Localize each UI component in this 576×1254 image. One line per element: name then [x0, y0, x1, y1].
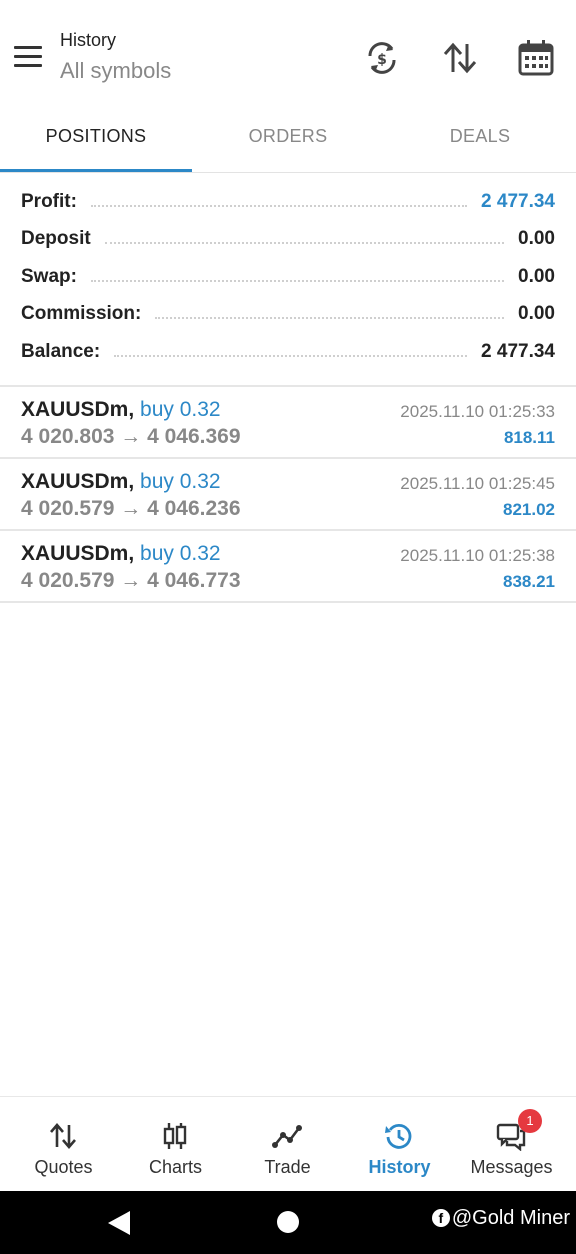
tab-deals[interactable]: DEALS: [384, 104, 576, 170]
divider: [0, 601, 576, 603]
quotes-icon: [50, 1123, 76, 1149]
position-time: 2025.11.10 01:25:38: [400, 546, 555, 565]
nav-label: Messages: [470, 1157, 553, 1177]
nav-label: Trade: [264, 1157, 311, 1177]
position-prices: 4 020.579 → 4 046.236: [21, 497, 241, 520]
summary-row-swap: Swap: 0.00: [0, 258, 576, 296]
nav-charts[interactable]: Charts: [118, 1097, 233, 1192]
summary-row-commission: Commission: 0.00: [0, 296, 576, 334]
system-nav-bar: f @Gold Miner: [0, 1191, 576, 1254]
charts-icon: [163, 1123, 187, 1149]
position-side: buy 0.32: [140, 398, 221, 421]
summary-row-profit: Profit: 2 477.34: [0, 183, 576, 221]
summary-row-deposit: Deposit 0.00: [0, 221, 576, 259]
summary-row-balance: Balance: 2 477.34: [0, 333, 576, 371]
summary-label: Swap:: [21, 265, 77, 287]
hamburger-icon: [14, 46, 42, 49]
position-time: 2025.11.10 01:25:45: [400, 474, 555, 493]
summary-label: Balance:: [21, 340, 101, 362]
position-time: 2025.11.10 01:25:33: [400, 402, 555, 421]
bottom-navigation: Quotes Charts Trade History 1 Messages: [0, 1096, 576, 1191]
sort-icon[interactable]: [440, 38, 480, 78]
nav-trade[interactable]: Trade: [230, 1097, 345, 1192]
position-symbol: XAUUSDm,: [21, 542, 135, 565]
summary-value: 0.00: [518, 265, 555, 287]
nav-history[interactable]: History: [342, 1097, 457, 1192]
nav-label: History: [368, 1157, 431, 1177]
summary-label: Profit:: [21, 190, 77, 212]
tab-divider: [0, 172, 576, 173]
position-profit: 818.11: [503, 428, 555, 447]
position-row[interactable]: XAUUSDm, buy 0.32 4 020.803 → 4 046.369 …: [0, 388, 576, 458]
history-tabs: POSITIONS ORDERS DEALS: [0, 104, 576, 172]
summary-value: 0.00: [518, 303, 555, 325]
position-row[interactable]: XAUUSDm, buy 0.32 4 020.579 → 4 046.773 …: [0, 532, 576, 602]
position-row[interactable]: XAUUSDm, buy 0.32 4 020.579 → 4 046.236 …: [0, 460, 576, 530]
trade-icon: [272, 1125, 302, 1148]
position-symbol: XAUUSDm,: [21, 398, 135, 421]
summary-panel: Profit: 2 477.34 Deposit 0.00 Swap: 0.00…: [0, 183, 576, 371]
nav-label: Quotes: [34, 1157, 93, 1177]
position-profit: 838.21: [503, 572, 555, 591]
home-icon[interactable]: [277, 1211, 299, 1233]
summary-label: Deposit: [21, 228, 91, 250]
menu-button[interactable]: [14, 46, 46, 70]
position-prices: 4 020.803 → 4 046.369: [21, 425, 241, 448]
position-side: buy 0.32: [140, 470, 221, 493]
divider: [0, 457, 576, 459]
calendar-icon[interactable]: [516, 38, 556, 78]
nav-messages[interactable]: 1 Messages: [454, 1097, 569, 1192]
page-title: History: [60, 30, 117, 50]
nav-label: Charts: [148, 1157, 202, 1177]
tab-positions[interactable]: POSITIONS: [0, 104, 192, 170]
tab-orders[interactable]: ORDERS: [192, 104, 384, 170]
divider: [0, 385, 576, 387]
divider: [0, 529, 576, 531]
summary-value: 2 477.34: [481, 340, 555, 362]
position-side: buy 0.32: [140, 542, 221, 565]
status-bar: [0, 0, 576, 14]
summary-value: 0.00: [518, 228, 555, 250]
svg-text:$: $: [377, 52, 387, 68]
history-icon: [385, 1123, 412, 1149]
nav-quotes[interactable]: Quotes: [6, 1097, 121, 1192]
exchange-dollar-icon[interactable]: $: [362, 38, 402, 78]
facebook-icon: f: [431, 1209, 450, 1227]
symbol-filter[interactable]: All symbols: [60, 58, 171, 84]
summary-value: 2 477.34: [481, 190, 555, 212]
watermark: f @Gold Miner: [431, 1207, 570, 1230]
unread-badge: 1: [518, 1109, 542, 1133]
app-bar: History All symbols $: [0, 20, 576, 100]
watermark-text: @Gold Miner: [451, 1207, 570, 1229]
position-symbol: XAUUSDm,: [21, 470, 135, 493]
back-icon[interactable]: [108, 1211, 130, 1235]
position-prices: 4 020.579 → 4 046.773: [21, 569, 241, 592]
position-profit: 821.02: [503, 500, 555, 519]
summary-label: Commission:: [21, 303, 142, 325]
